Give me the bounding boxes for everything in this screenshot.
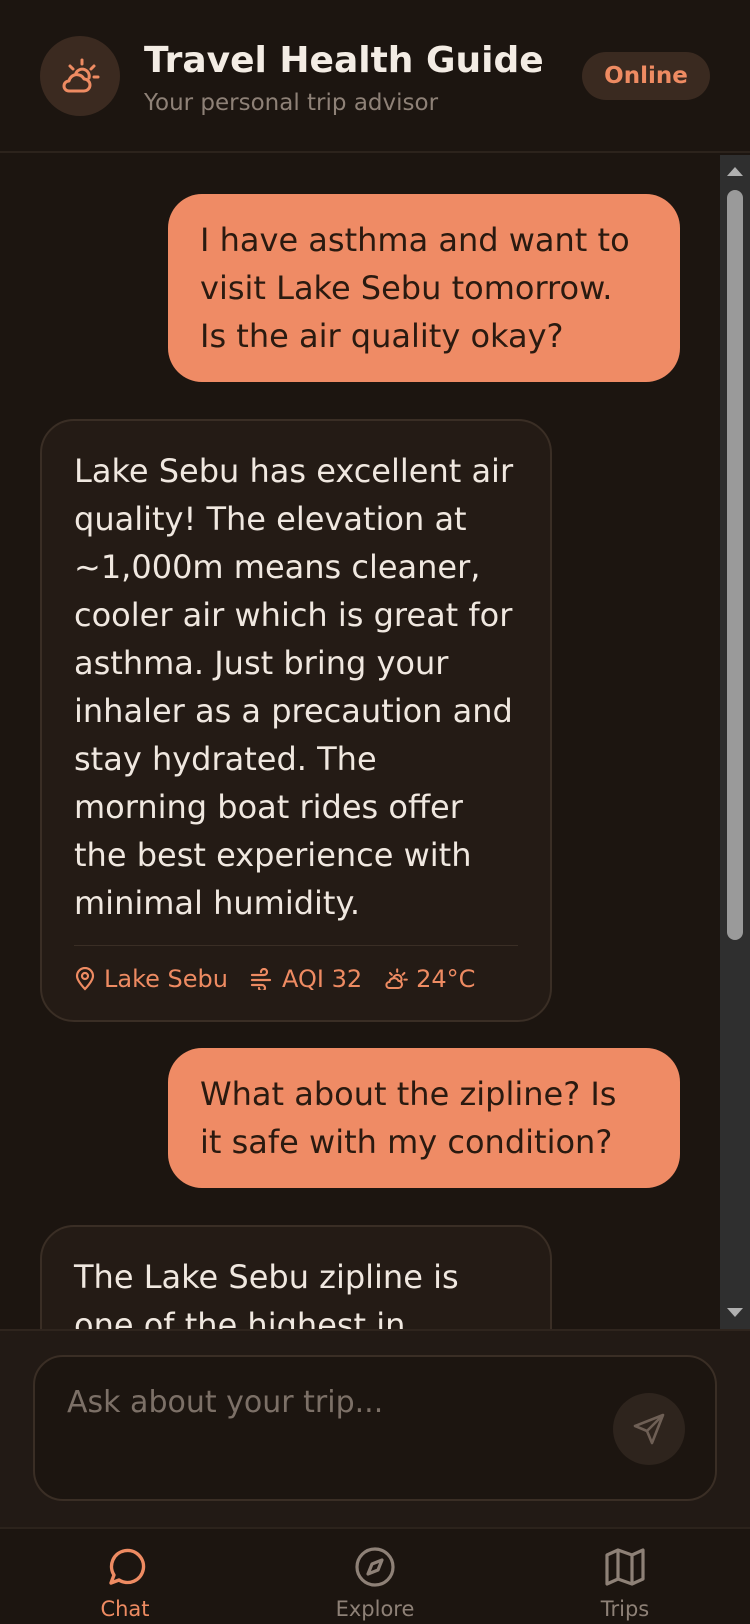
nav-label-trips: Trips <box>600 1597 650 1621</box>
message-text: Lake Sebu has excellent air quality! The… <box>74 452 514 922</box>
location-tag: Lake Sebu <box>74 964 228 994</box>
aqi-value: AQI 32 <box>281 965 363 993</box>
weather-sun-cloud-icon <box>385 968 408 990</box>
nav-item-chat[interactable]: Chat <box>65 1545 185 1621</box>
temperature-value: 24°C <box>416 965 476 993</box>
compass-icon <box>355 1547 395 1587</box>
user-message: I have asthma and want to visit Lake Seb… <box>168 194 680 382</box>
chat-scrollbar[interactable] <box>720 155 750 1329</box>
nav-item-trips[interactable]: Trips <box>565 1545 685 1621</box>
scroll-down-arrow-icon[interactable] <box>720 1303 750 1323</box>
assistant-avatar <box>40 36 120 116</box>
send-icon <box>633 1413 665 1445</box>
app-root: Travel Health Guide Your personal trip a… <box>0 0 750 1624</box>
map-icon <box>605 1548 645 1586</box>
message-text: I have asthma and want to visit Lake Seb… <box>200 221 630 355</box>
bottom-nav: Chat Explore Trips <box>0 1527 750 1624</box>
message-text: The Lake Sebu zipline is one of the high… <box>74 1258 459 1329</box>
message-input-box[interactable] <box>33 1355 717 1501</box>
send-button[interactable] <box>613 1393 685 1465</box>
scroll-up-arrow-icon[interactable] <box>720 161 750 181</box>
scrollbar-thumb[interactable] <box>727 190 743 940</box>
page-title: Travel Health Guide <box>144 40 544 81</box>
nav-label-explore: Explore <box>335 1597 415 1621</box>
assistant-message: Lake Sebu has excellent air quality! The… <box>40 419 552 1022</box>
map-pin-icon <box>75 967 95 991</box>
temperature-tag: 24°C <box>384 964 475 994</box>
wind-icon <box>250 968 272 990</box>
location-label: Lake Sebu <box>104 965 228 993</box>
nav-item-explore[interactable]: Explore <box>315 1545 435 1621</box>
message-input[interactable] <box>67 1385 587 1420</box>
chat-thread[interactable]: I have asthma and want to visit Lake Seb… <box>0 155 720 1329</box>
weather-sun-cloud-icon <box>62 58 100 93</box>
user-message: What about the zipline? Is it safe with … <box>168 1048 680 1188</box>
message-composer <box>0 1329 750 1527</box>
chat-bubble-icon <box>109 1548 146 1585</box>
assistant-message: The Lake Sebu zipline is one of the high… <box>40 1225 552 1329</box>
status-badge: Online <box>582 52 710 100</box>
nav-label-chat: Chat <box>100 1597 150 1621</box>
message-meta: Lake Sebu AQI 32 24°C <box>74 945 518 994</box>
page-subtitle: Your personal trip advisor <box>144 90 439 116</box>
aqi-tag: AQI 32 <box>250 964 362 994</box>
message-text: What about the zipline? Is it safe with … <box>200 1075 617 1161</box>
header: Travel Health Guide Your personal trip a… <box>0 0 750 153</box>
